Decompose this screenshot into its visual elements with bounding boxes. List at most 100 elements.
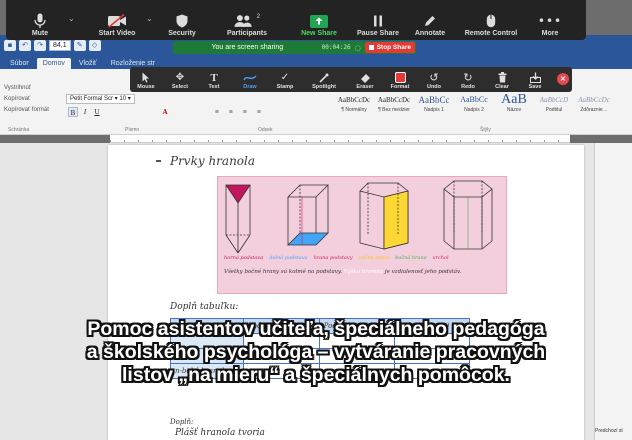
- prism-legend: horná podstava dolná podstava hrana pods…: [224, 255, 449, 261]
- mute-options-chevron-icon[interactable]: ⌄: [68, 14, 75, 23]
- underline-button[interactable]: U: [92, 107, 102, 117]
- font-color-button[interactable]: A: [160, 107, 170, 117]
- undo-button[interactable]: ↺ Undo: [422, 67, 446, 92]
- screen: ▪ ↶ ↷ 84,1 ✎ ◇ Súbor Domov Vložiť Rozlož…: [0, 0, 632, 440]
- spotlight-icon: [319, 71, 329, 84]
- eraser-tool-button[interactable]: Eraser: [352, 67, 378, 92]
- style-normal[interactable]: AaBbCcDc ¶ Normálny: [337, 93, 371, 113]
- tab-file[interactable]: Súbor: [4, 58, 35, 69]
- text-icon: T: [210, 71, 218, 84]
- hexagonal-prism: [443, 180, 493, 250]
- close-annotation-icon[interactable]: ×: [557, 73, 569, 85]
- format-painter-button[interactable]: Kopírovať formát: [4, 107, 49, 113]
- font-group-label: Písmo: [125, 127, 140, 133]
- start-video-button[interactable]: Start Video: [92, 0, 142, 40]
- fill-in-label: Doplň:: [170, 418, 194, 426]
- clear-button[interactable]: Clear: [490, 67, 514, 92]
- bold-button[interactable]: B: [68, 107, 78, 117]
- style-subtitle[interactable]: AaBbCcD Podtitul: [537, 93, 571, 113]
- tab-insert[interactable]: Vložiť: [73, 58, 103, 69]
- participants-button[interactable]: 2 Participants: [220, 0, 274, 40]
- select-tool-button[interactable]: ✥ Select: [168, 67, 192, 92]
- style-title[interactable]: AaB Názov: [497, 93, 531, 114]
- draw-tool-button[interactable]: Draw: [238, 67, 262, 92]
- redo-icon[interactable]: ↷: [34, 39, 46, 51]
- quick-access-toolbar: ▪ ↶ ↷ 84,1 ✎ ◇: [0, 38, 101, 52]
- justify-button[interactable]: ≡: [254, 107, 264, 117]
- eraser-icon: [360, 71, 371, 84]
- stamp-tool-button[interactable]: ✓ Stamp: [272, 67, 298, 92]
- legend-side-edge: bočná hrana: [395, 255, 427, 261]
- mouse-tool-button[interactable]: Mouse: [134, 67, 158, 92]
- redo-button[interactable]: ↻ Redo: [456, 67, 480, 92]
- preview-label[interactable]: Predchozí st: [595, 428, 623, 434]
- style-heading-1[interactable]: AaBbCc Nadpis 1: [417, 93, 451, 113]
- align-center-button[interactable]: ≡: [226, 107, 236, 117]
- caption-line-2: a školského psychológa – vytváranie prac…: [86, 341, 546, 363]
- security-button[interactable]: Security: [162, 0, 202, 40]
- video-caption: Pomoc asistentov učiteľa, špeciálneho pe…: [0, 318, 632, 387]
- participants-icon: 2: [234, 12, 260, 30]
- shape-tool-icon[interactable]: ◇: [88, 39, 101, 51]
- save-button[interactable]: Save: [524, 67, 546, 92]
- font-name-select[interactable]: Petit Formal Scr ▾ 10 ▾: [66, 94, 135, 104]
- zoom-value-field[interactable]: 84,1: [49, 39, 71, 51]
- prism-illustration-box: [217, 176, 507, 294]
- style-heading-2[interactable]: AaBbCc Nadpis 2: [457, 93, 491, 113]
- video-options-chevron-icon[interactable]: ⌄: [146, 14, 153, 23]
- prism-drawings: [225, 180, 493, 254]
- copy-button[interactable]: Kopírovať: [4, 96, 30, 102]
- format-icon: [394, 71, 406, 84]
- caption-line-1: Pomoc asistentov učiteľa, špeciálneho pe…: [87, 318, 545, 340]
- legend-top-base: horná podstava: [224, 255, 264, 261]
- cursor-icon: [142, 71, 150, 84]
- pen-icon: [417, 12, 443, 30]
- undo-icon[interactable]: ↶: [19, 39, 31, 51]
- side-panel: [594, 143, 632, 440]
- annotation-toolbar: Mouse ✥ Select T Text Draw ✓ Stamp Spotl…: [130, 67, 572, 92]
- redo-icon: ↻: [463, 71, 473, 84]
- stamp-icon: ✓: [280, 72, 290, 83]
- prism-note: Všetky bočné hrany sú kolmé na podstavy.…: [224, 269, 462, 275]
- tab-home[interactable]: Domov: [36, 58, 71, 69]
- annotate-button[interactable]: Annotate: [410, 0, 450, 40]
- more-icon: •••: [537, 14, 563, 28]
- stop-icon: [368, 45, 374, 50]
- style-emphasis[interactable]: AaBbCcDc Zdôraznie…: [577, 93, 611, 113]
- screen-sharing-status: You are screen sharing: [211, 44, 284, 51]
- triangular-prism: [225, 184, 251, 254]
- italic-button[interactable]: I: [80, 107, 90, 117]
- section-title: Prvky hranola: [170, 154, 256, 168]
- undo-icon: ↺: [429, 71, 439, 84]
- share-screen-icon: [306, 12, 332, 30]
- video-off-icon: [104, 12, 130, 30]
- style-no-spacing[interactable]: AaBbCcDc ¶ Bez medzier: [377, 93, 411, 113]
- trash-icon: [498, 71, 507, 84]
- remote-control-button[interactable]: Remote Control: [460, 0, 522, 40]
- clipboard-group-label: Schránka: [8, 127, 30, 133]
- pause-icon: [365, 12, 391, 30]
- styles-gallery: AaBbCcDc ¶ Normálny AaBbCcDc ¶ Bez medzi…: [337, 93, 611, 114]
- more-button[interactable]: ••• More: [534, 0, 566, 40]
- spotlight-tool-button[interactable]: Spotlight: [308, 67, 340, 92]
- align-right-button[interactable]: ≡: [240, 107, 250, 117]
- save-icon[interactable]: ▪: [4, 39, 16, 51]
- microphone-icon: [27, 12, 53, 30]
- stop-share-button[interactable]: Stop Share: [364, 42, 415, 53]
- format-tool-button[interactable]: Format: [386, 67, 414, 92]
- horizontal-ruler[interactable]: [110, 135, 570, 143]
- move-icon: ✥: [175, 72, 185, 83]
- cut-button[interactable]: Vystrihnúť: [4, 85, 31, 91]
- mute-button[interactable]: Mute: [26, 0, 54, 40]
- text-tool-button[interactable]: T Text: [202, 67, 226, 92]
- pause-share-button[interactable]: Pause Share: [354, 0, 402, 40]
- new-share-button[interactable]: New Share: [296, 0, 342, 40]
- legend-vertex: vrchol: [432, 255, 449, 261]
- legend-side-face: bočná stena: [358, 255, 390, 261]
- align-left-button[interactable]: ≡: [212, 107, 222, 117]
- styles-group-label: Štýly: [480, 127, 491, 133]
- draw-icon: [243, 71, 257, 84]
- screen-sharing-banner: You are screen sharing 00:04:26 ◌ Stop S…: [173, 41, 416, 54]
- quadrilateral-prism: [287, 184, 329, 246]
- draw-tool-icon[interactable]: ✎: [73, 39, 86, 51]
